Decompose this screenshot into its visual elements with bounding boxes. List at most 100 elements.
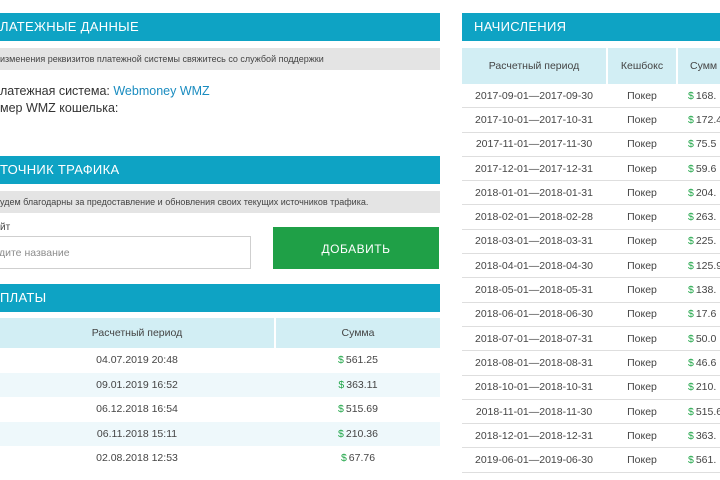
payout-row: 06.11.2018 15:11 $210.36 xyxy=(0,421,440,446)
accrual-amount: 204. xyxy=(695,186,717,199)
accrual-cashbox: Покер xyxy=(627,405,657,418)
currency-symbol: $ xyxy=(338,378,345,391)
currency-symbol: $ xyxy=(688,138,694,151)
currency-symbol: $ xyxy=(338,427,344,440)
accrual-row: 2018-03-01—2018-03-31 Покер $225. xyxy=(462,230,720,255)
accrual-amount-cell: $59.6 xyxy=(688,157,720,180)
accrual-period: 2018-01-01—2018-01-31 xyxy=(475,186,593,199)
traffic-source-header: ТОЧНИК ТРАФИКА xyxy=(0,156,440,184)
accrual-row: 2018-10-01—2018-10-31 Покер $210. xyxy=(462,376,720,400)
payment-details-header: ЛАТЕЖНЫЕ ДАННЫЕ xyxy=(0,13,440,41)
site-name-input[interactable] xyxy=(0,236,251,269)
payment-system-label: латежная система: xyxy=(0,84,110,98)
currency-symbol: $ xyxy=(338,403,344,416)
accrual-period: 2018-12-01—2018-12-31 xyxy=(475,429,593,442)
accrual-amount-cell: $561. xyxy=(688,449,720,472)
accrual-cashbox: Покер xyxy=(627,89,657,102)
accrual-amount: 50.0 xyxy=(695,332,717,345)
currency-symbol: $ xyxy=(688,308,694,321)
accrual-row: 2018-06-01—2018-06-30 Покер $17.6 xyxy=(462,303,720,327)
payout-period: 09.01.2019 16:52 xyxy=(96,378,178,391)
payout-period: 06.11.2018 15:11 xyxy=(96,427,178,440)
accrual-amount-cell: $50.0 xyxy=(688,327,720,350)
accrual-period: 2017-09-01—2017-09-30 xyxy=(475,89,593,102)
currency-symbol: $ xyxy=(688,284,694,297)
accrual-period: 2018-11-01—2018-11-30 xyxy=(475,405,593,418)
accrual-cashbox: Покер xyxy=(627,332,657,345)
payout-period: 04.07.2019 20:48 xyxy=(96,354,178,367)
traffic-source-notice: удем благодарны за предоставление и обно… xyxy=(0,191,440,213)
payout-amount: 363.11 xyxy=(346,378,378,391)
accrual-cashbox: Покер xyxy=(627,454,657,467)
accrual-amount: 515.6 xyxy=(695,405,720,418)
payment-details-notice-text: изменения реквизитов платежной системы с… xyxy=(0,54,324,64)
accrual-amount: 172.4 xyxy=(695,113,720,126)
accrual-cashbox: Покер xyxy=(627,235,657,248)
currency-symbol: $ xyxy=(688,429,694,442)
accrual-cashbox: Покер xyxy=(627,381,657,394)
accrual-period: 2018-05-01—2018-05-31 xyxy=(475,284,593,297)
accrual-period: 2019-06-01—2019-06-30 xyxy=(475,454,593,467)
accrual-period: 2018-08-01—2018-08-31 xyxy=(475,356,593,369)
currency-symbol: $ xyxy=(688,186,694,199)
payouts-col-period: Расчетный период xyxy=(91,327,183,339)
accrual-row: 2017-09-01—2017-09-30 Покер $168. xyxy=(462,84,720,109)
payment-details-title: ЛАТЕЖНЫЕ ДАННЫЕ xyxy=(0,19,139,34)
payout-amount-cell: $561.25 xyxy=(276,348,440,373)
payouts-col-amount: Сумма xyxy=(341,327,375,339)
accrual-amount-cell: $363. xyxy=(688,424,720,447)
accrual-row: 2017-11-01—2017-11-30 Покер $75.5 xyxy=(462,133,720,157)
payout-row: 04.07.2019 20:48 $561.25 xyxy=(0,348,440,373)
payouts-title: ПЛАТЫ xyxy=(0,290,47,305)
accrual-amount: 168. xyxy=(695,89,717,102)
accrual-period: 2018-10-01—2018-10-31 xyxy=(475,381,593,394)
accrual-amount-cell: $75.5 xyxy=(688,133,720,156)
currency-symbol: $ xyxy=(688,113,694,126)
accrual-row: 2018-02-01—2018-02-28 Покер $263. xyxy=(462,206,720,230)
accrual-cashbox: Покер xyxy=(627,211,657,224)
currency-symbol: $ xyxy=(688,235,694,248)
add-traffic-source-button[interactable]: ДОБАВИТЬ xyxy=(273,227,439,269)
accrual-row: 2017-10-01—2017-10-31 Покер $172.4 xyxy=(462,108,720,133)
accrual-cashbox: Покер xyxy=(627,162,657,175)
accrual-amount: 75.5 xyxy=(695,138,717,151)
accrual-row: 2018-08-01—2018-08-31 Покер $46.6 xyxy=(462,351,720,376)
accrual-amount: 561. xyxy=(695,454,717,467)
accrual-period: 2017-12-01—2017-12-31 xyxy=(475,162,593,175)
accruals-header: НАЧИСЛЕНИЯ xyxy=(462,13,720,41)
accrual-amount: 17.6 xyxy=(695,308,717,321)
accrual-row: 2018-07-01—2018-07-31 Покер $50.0 xyxy=(462,327,720,352)
accrual-amount: 46.6 xyxy=(695,356,717,369)
accrual-cashbox: Покер xyxy=(627,284,657,297)
currency-symbol: $ xyxy=(688,332,694,345)
accrual-period: 2018-03-01—2018-03-31 xyxy=(475,235,593,248)
payment-system-value[interactable]: Webmoney WMZ xyxy=(113,84,209,98)
accrual-cashbox: Покер xyxy=(627,138,657,151)
accrual-cashbox: Покер xyxy=(627,308,657,321)
currency-symbol: $ xyxy=(688,89,694,102)
traffic-source-title: ТОЧНИК ТРАФИКА xyxy=(0,162,120,177)
accrual-period: 2017-10-01—2017-10-31 xyxy=(475,113,593,126)
payment-system-line: латежная система: Webmoney WMZ xyxy=(0,84,210,98)
payout-amount: 561.25 xyxy=(345,354,378,367)
payout-period: 06.12.2018 16:54 xyxy=(96,403,178,416)
accrual-row: 2019-06-01—2019-06-30 Покер $561. xyxy=(462,449,720,473)
accrual-amount-cell: $225. xyxy=(688,230,720,253)
accrual-amount-cell: $46.6 xyxy=(688,351,720,374)
accrual-cashbox: Покер xyxy=(627,113,657,126)
accruals-table-header: Расчетный период Кешбокс Сумм xyxy=(462,48,720,84)
payout-amount-cell: $67.76 xyxy=(276,446,440,471)
accrual-period: 2018-04-01—2018-04-30 xyxy=(475,259,593,272)
payout-period: 02.08.2018 12:53 xyxy=(96,452,178,465)
currency-symbol: $ xyxy=(338,354,344,367)
site-label: йт xyxy=(0,222,11,233)
payout-row: 09.01.2019 16:52 $363.11 xyxy=(0,372,440,397)
payout-amount-cell: $515.69 xyxy=(276,397,440,422)
currency-symbol: $ xyxy=(688,405,694,418)
accrual-period: 2018-02-01—2018-02-28 xyxy=(475,211,593,224)
currency-symbol: $ xyxy=(340,452,347,465)
currency-symbol: $ xyxy=(688,381,694,394)
accrual-amount-cell: $172.4 xyxy=(688,108,720,131)
currency-symbol: $ xyxy=(688,356,694,369)
accrual-amount-cell: $210. xyxy=(688,376,720,399)
